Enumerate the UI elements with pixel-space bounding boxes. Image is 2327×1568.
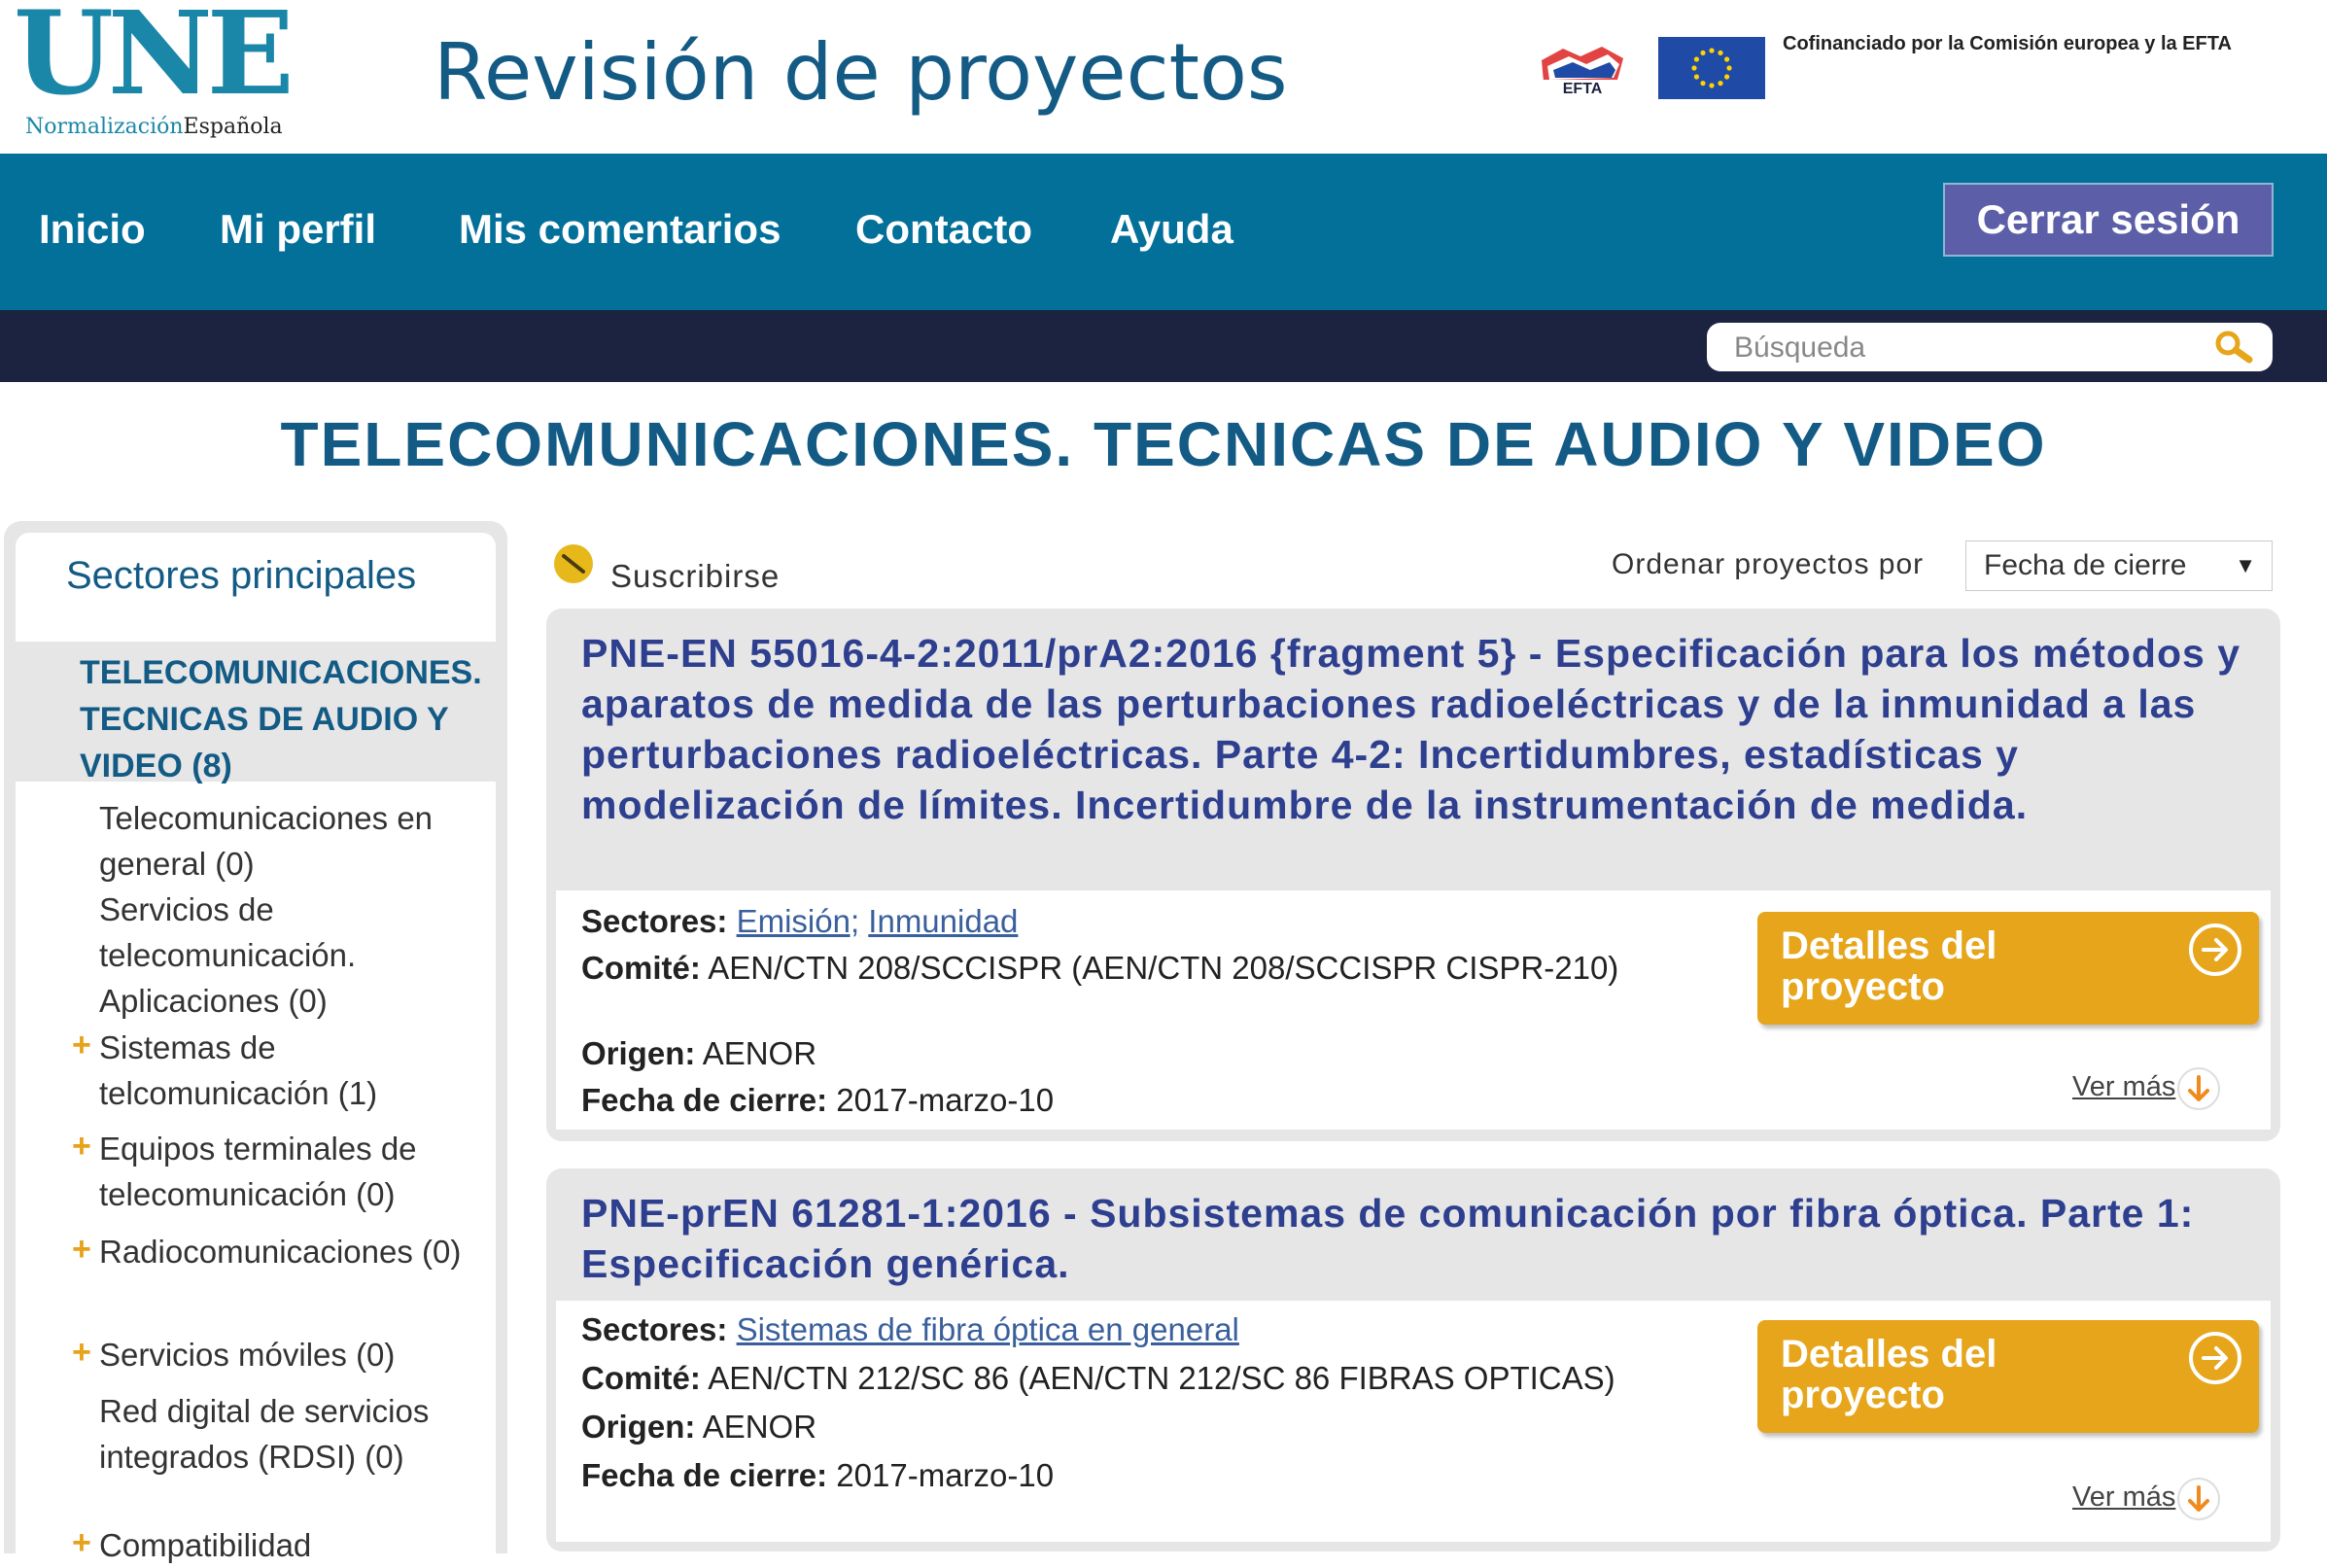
chevron-down-icon: ▼	[2235, 553, 2256, 577]
project-body: Sectores: Emisión; Inmunidad Comité: AEN…	[556, 890, 2271, 1130]
details-label: Detalles del proyecto	[1781, 1333, 1997, 1416]
details-label: Detalles del proyecto	[1781, 924, 1997, 1008]
sectores-label: Sectores:	[581, 1311, 728, 1347]
expand-icon[interactable]: +	[72, 1231, 91, 1269]
une-logo[interactable]: UNE NormalizaciónEspañola	[14, 0, 295, 140]
sidebar: Sectores principales TELECOMUNICACIONES.…	[4, 521, 507, 1563]
header: UNE NormalizaciónEspañola Revisión de pr…	[0, 0, 2327, 154]
arrow-down-icon[interactable]	[2175, 1476, 2222, 1522]
order-select[interactable]: Fecha de cierre ▼	[1965, 540, 2273, 591]
arrow-down-icon[interactable]	[2175, 1065, 2222, 1112]
details-button[interactable]: Detalles del proyecto	[1757, 912, 2259, 1025]
nav-mi-perfil[interactable]: Mi perfil	[220, 206, 376, 253]
nav-ayuda[interactable]: Ayuda	[1110, 206, 1233, 253]
origen-value: AENOR	[702, 1409, 817, 1445]
sidebar-item-compatibilidad[interactable]: Compatibilidad	[99, 1522, 498, 1568]
sidebar-item-servicios-telecom[interactable]: Servicios de telecomunicación. Aplicacio…	[99, 887, 498, 1024]
search-box	[1707, 323, 2273, 371]
sector-link[interactable]: Sistemas de fibra óptica en general	[737, 1311, 1239, 1347]
comite-value: AEN/CTN 208/SCCISPR (AEN/CTN 208/SCCISPR…	[708, 950, 1619, 986]
order-select-value: Fecha de cierre	[1984, 549, 2187, 581]
project-fecha: Fecha de cierre: 2017-marzo-10	[581, 1081, 1680, 1120]
arrow-right-icon	[2187, 1330, 2243, 1386]
eu-flag-icon	[1658, 37, 1765, 99]
project-origen: Origen: AENOR	[581, 1408, 1680, 1446]
comite-value: AEN/CTN 212/SC 86 (AEN/CTN 212/SC 86 FIB…	[708, 1360, 1615, 1396]
project-sectores: Sectores: Emisión; Inmunidad	[581, 902, 1680, 941]
details-button[interactable]: Detalles del proyecto	[1757, 1320, 2259, 1433]
arrow-right-icon	[2187, 922, 2243, 978]
nav-inicio[interactable]: Inicio	[39, 206, 146, 253]
expand-icon[interactable]: +	[72, 1334, 91, 1372]
sidebar-item-rdsi[interactable]: Red digital de servicios integrados (RDS…	[99, 1388, 498, 1480]
origen-label: Origen:	[581, 1035, 696, 1071]
sidebar-heading: Sectores principales	[66, 554, 417, 597]
comite-label: Comité:	[581, 950, 701, 986]
sidebar-item-equipos[interactable]: Equipos terminales de telecomunicación (…	[99, 1126, 498, 1217]
sidebar-item-radiocomunicaciones[interactable]: Radiocomunicaciones (0)	[99, 1229, 498, 1274]
fecha-value: 2017-marzo-10	[836, 1082, 1055, 1118]
sidebar-item-moviles[interactable]: Servicios móviles (0)	[99, 1332, 498, 1377]
project-sectores: Sectores: Sistemas de fibra óptica en ge…	[581, 1310, 1680, 1349]
comite-label: Comité:	[581, 1360, 701, 1396]
order-label: Ordenar proyectos por	[1612, 548, 1925, 580]
origen-value: AENOR	[702, 1035, 817, 1071]
ver-mas-link[interactable]: Ver más	[2072, 1481, 2175, 1514]
project-title[interactable]: PNE-prEN 61281-1:2016 - Subsistemas de c…	[581, 1188, 2263, 1289]
sidebar-item-sistemas[interactable]: Sistemas de telcomunicación (1)	[99, 1025, 498, 1116]
sectores-label: Sectores:	[581, 903, 728, 939]
sector-link[interactable]: Emisión;	[737, 903, 860, 939]
efta-text: EFTA	[1563, 81, 1603, 97]
cofinanciado-text: Cofinanciado por la Comisión europea y l…	[1783, 33, 2232, 54]
sidebar-item-active[interactable]: TELECOMUNICACIONES. TECNICAS DE AUDIO Y …	[80, 649, 507, 789]
project-card: PNE-EN 55016-4-2:2011/prA2:2016 {fragmen…	[546, 609, 2280, 1141]
expand-icon[interactable]: +	[72, 1128, 91, 1166]
logout-button[interactable]: Cerrar sesión	[1943, 183, 2274, 257]
page-title: TELECOMUNICACIONES. TECNICAS DE AUDIO Y …	[280, 409, 2047, 479]
fecha-label: Fecha de cierre:	[581, 1457, 828, 1493]
origen-label: Origen:	[581, 1409, 696, 1445]
search-input[interactable]	[1732, 329, 2193, 367]
project-card: PNE-prEN 61281-1:2016 - Subsistemas de c…	[546, 1168, 2280, 1551]
logo-sub-1: Normalización	[25, 115, 184, 139]
fecha-value: 2017-marzo-10	[836, 1457, 1055, 1493]
subscribe-link[interactable]: Suscribirse	[610, 558, 780, 595]
subscribe-icon[interactable]	[550, 542, 599, 587]
logo-text: UNE	[14, 0, 295, 121]
project-fecha: Fecha de cierre: 2017-marzo-10	[581, 1456, 1680, 1495]
sector-link[interactable]: Inmunidad	[868, 903, 1018, 939]
expand-icon[interactable]: +	[72, 1027, 91, 1064]
project-body: Sectores: Sistemas de fibra óptica en ge…	[556, 1301, 2271, 1542]
site-title: Revisión de proyectos	[434, 27, 1288, 118]
search-icon[interactable]	[2212, 329, 2255, 366]
fecha-label: Fecha de cierre:	[581, 1082, 828, 1118]
sidebar-panel: Sectores principales TELECOMUNICACIONES.…	[16, 533, 498, 1563]
ver-mas-link[interactable]: Ver más	[2072, 1071, 2175, 1103]
project-origen: Origen: AENOR	[581, 1034, 1680, 1073]
expand-icon[interactable]: +	[72, 1524, 91, 1562]
sidebar-item-telecom-general[interactable]: Telecomunicaciones en general (0)	[99, 795, 498, 887]
logo-sub-2: Española	[183, 115, 283, 139]
project-comite: Comité: AEN/CTN 208/SCCISPR (AEN/CTN 208…	[581, 949, 1680, 988]
project-title[interactable]: PNE-EN 55016-4-2:2011/prA2:2016 {fragmen…	[581, 628, 2263, 830]
nav-mis-comentarios[interactable]: Mis comentarios	[459, 206, 781, 253]
nav-contacto[interactable]: Contacto	[855, 206, 1032, 253]
efta-logo: EFTA	[1534, 41, 1631, 97]
project-comite: Comité: AEN/CTN 212/SC 86 (AEN/CTN 212/S…	[581, 1359, 1748, 1398]
logo-subtitle: NormalizaciónEspañola	[25, 115, 283, 139]
